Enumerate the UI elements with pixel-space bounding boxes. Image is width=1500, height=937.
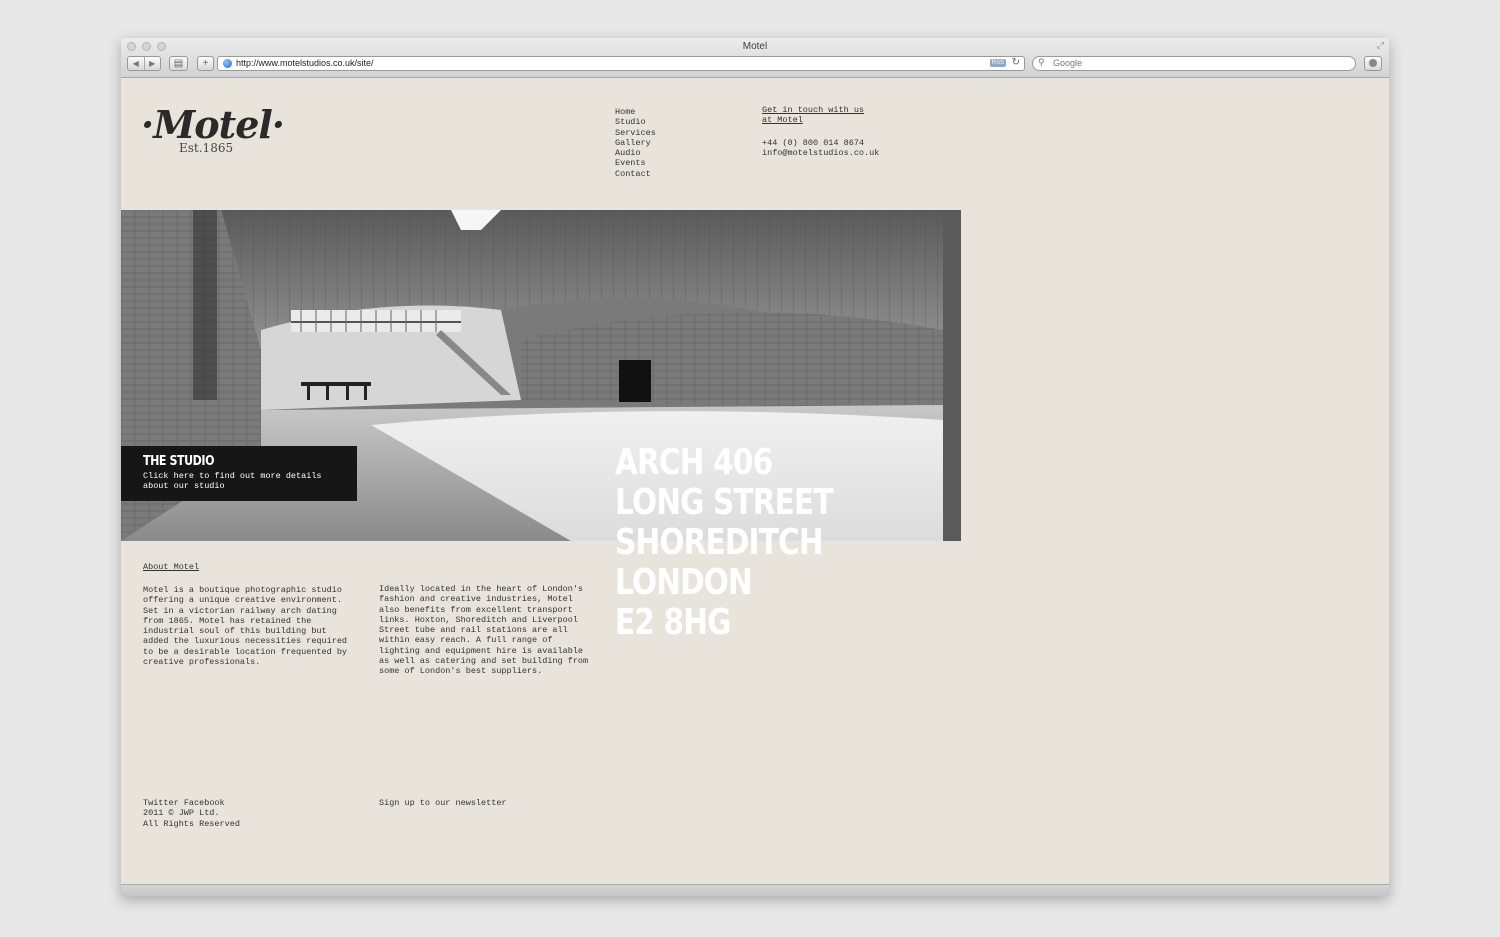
footer-left: Twitter Facebook 2011 © JWP Ltd. All Rig… [143,798,240,829]
about-column-1: Motel is a boutique photographic studio … [143,585,358,667]
studio-desc-line2: about our studio [143,481,225,492]
about-text-line: as well as catering and set building fro… [379,656,589,667]
about-text-line: creative professionals. [143,657,261,668]
web-page: ·Motel· Est.1865 Home Studio Services Ga… [121,78,1389,884]
url-text: http://www.motelstudios.co.uk/site/ [236,58,374,68]
window-title: Motel [742,41,768,52]
browser-toolbar: Motel ⤢ ◀ ▶ ▤ + http://www.motelstudios.… [121,38,1389,78]
about-text-line: Ideally located in the heart of London's [379,584,584,594]
about-text-line: within easy reach. A full range of [379,635,553,646]
reload-icon[interactable]: ↻ [1012,57,1020,68]
plus-icon: + [202,58,209,69]
get-in-touch-line1: Get in touch with us [762,105,865,115]
address-line: LONDON [615,562,753,603]
history-buttons: ◀ ▶ [127,56,161,71]
search-placeholder: Google [1053,58,1083,68]
nav-events[interactable]: Events [615,158,656,168]
about-text-line: industrial soul of this building but [143,626,327,637]
downloads-button[interactable] [1364,56,1382,71]
about-text-line: Motel is a boutique photographic studio [143,585,342,595]
about-text-line: to be a desirable location frequented by [143,646,348,657]
about-motel-link[interactable]: About Motel [143,562,199,572]
the-studio-panel[interactable]: THE STUDIO Click here to find out more d… [121,446,357,501]
fullscreen-icon[interactable]: ⤢ [1377,40,1384,51]
about-text-line: some of London's best suppliers. [379,666,543,677]
about-text-line: also benefits from excellent transport [379,604,573,615]
copyright-text: 2011 © JWP Ltd. [143,808,220,819]
address-line: LONG STREET [615,482,833,523]
email-address[interactable]: info@motelstudios.co.uk [762,148,882,158]
about-text-line: from 1865. Motel has retained the [143,615,312,626]
downloads-icon [1369,59,1377,67]
search-input[interactable]: ⚲ Google [1032,56,1356,71]
nav-gallery[interactable]: Gallery [615,138,656,148]
nav-audio[interactable]: Audio [615,148,656,158]
about-text-line: lighting and equipment hire is available [379,645,584,656]
nav-contact[interactable]: Contact [615,169,656,179]
about-text-line: links. Hoxton, Shoreditch and Liverpool [379,614,578,625]
rss-badge[interactable]: RSS [989,59,1006,67]
address-line: ARCH 406 [615,442,773,483]
nav-studio[interactable]: Studio [615,117,656,127]
motel-logo[interactable]: ·Motel· Est.1865 [141,102,285,156]
newsletter-signup-link[interactable]: Sign up to our newsletter [379,798,507,808]
studio-panel-title: THE STUDIO [143,454,215,469]
address-line: E2 8HG [615,602,731,643]
back-arrow-icon[interactable]: ◀ [128,57,145,70]
about-text-line: Set in a victorian railway arch dating [143,605,337,616]
about-text-line: fashion and creative industries, Motel [379,594,573,605]
add-bookmark-button[interactable]: + [197,56,214,71]
magnifier-icon: ⚲ [1038,57,1045,67]
address-line: SHOREDITCH [615,522,824,563]
facebook-link[interactable]: Facebook [184,798,225,808]
about-text-line: offering a unique creative environment. [143,595,342,606]
logo-wordmark: ·Motel· [141,102,285,147]
studio-panel-description: Click here to find out more details abou… [143,471,335,492]
about-text-line: Street tube and rail stations are all [379,625,568,636]
contact-block: Get in touch with us at Motel +44 (0) 80… [762,105,882,158]
studio-desc-line1: Click here to find out more details [143,471,322,481]
about-column-2: Ideally located in the heart of London's… [379,584,594,677]
get-in-touch-line2: at Motel [762,115,803,126]
forward-arrow-icon[interactable]: ▶ [145,57,161,70]
browser-window: Motel ⤢ ◀ ▶ ▤ + http://www.motelstudios.… [121,38,1389,896]
about-text-line: added the luxurious necessities required [143,636,348,647]
phone-number: +44 (0) 800 014 8674 [762,137,865,148]
reader-icon: ▤ [173,58,184,69]
nav-services[interactable]: Services [615,128,656,138]
main-nav: Home Studio Services Gallery Audio Event… [615,107,656,179]
globe-icon [223,59,232,68]
reader-button[interactable]: ▤ [169,56,188,71]
address-bar[interactable]: http://www.motelstudios.co.uk/site/ RSS … [217,56,1025,71]
rights-text: All Rights Reserved [143,818,240,829]
browser-status-bar [121,884,1389,896]
twitter-link[interactable]: Twitter [143,798,179,808]
get-in-touch-link[interactable]: Get in touch with us at Motel [762,105,882,126]
studio-address: ARCH 406 LONG STREET SHOREDITCH LONDON E… [615,443,833,643]
nav-home[interactable]: Home [615,107,656,117]
